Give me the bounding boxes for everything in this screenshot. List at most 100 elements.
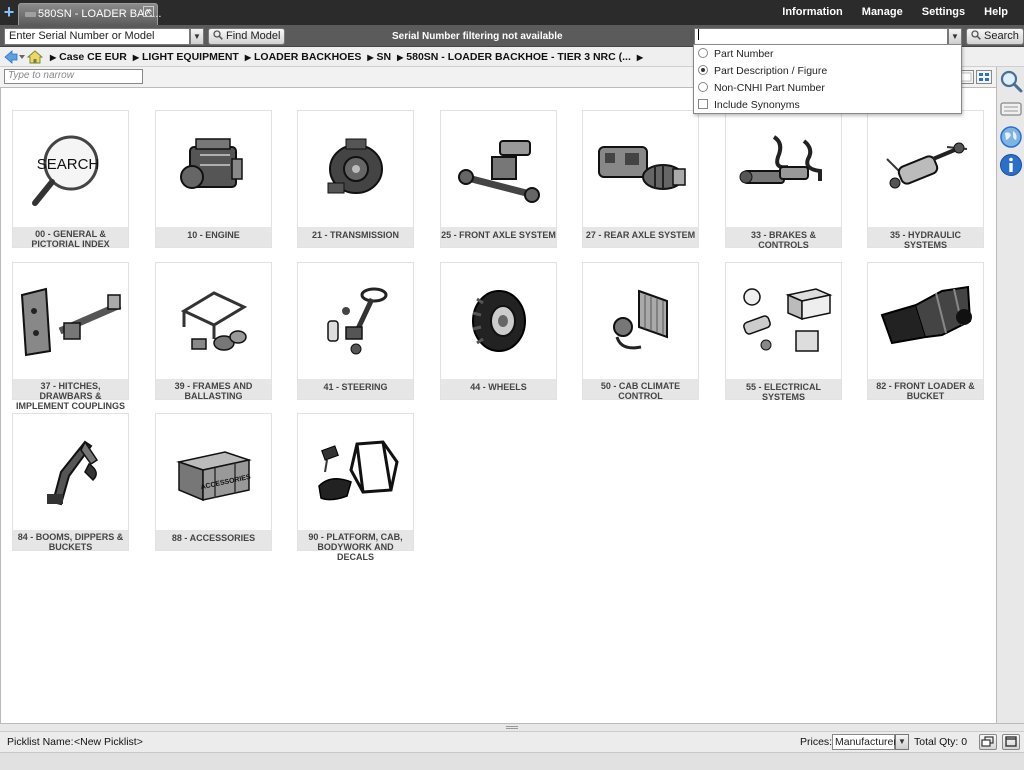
category-label: 55 - ELECTRICAL SYSTEMS	[726, 379, 841, 402]
serial-number-input[interactable]: Enter Serial Number or Model	[4, 28, 190, 45]
category-tile-10[interactable]: 10 - ENGINE	[155, 110, 272, 248]
view-toggle	[958, 70, 994, 87]
radio-icon[interactable]	[698, 48, 708, 58]
search-button[interactable]: Search	[966, 28, 1024, 45]
breadcrumb-item[interactable]: LOADER BACKHOES	[245, 51, 361, 63]
category-tile-37[interactable]: 37 - HITCHES, DRAWBARS & IMPLEMENT COUPL…	[12, 262, 129, 411]
find-model-button[interactable]: Find Model	[208, 28, 286, 45]
status-bar	[0, 752, 1024, 770]
top-menu: Information Manage Settings Help	[763, 6, 1008, 18]
hydraulic-cylinder-icon	[885, 142, 967, 189]
category-label: 10 - ENGINE	[156, 227, 271, 247]
new-tab-plus-icon[interactable]: +	[2, 3, 16, 21]
search-mode-dropdown-button[interactable]: ▼	[948, 28, 962, 45]
serial-dropdown-button[interactable]: ▼	[190, 28, 204, 45]
category-tile-55[interactable]: 55 - ELECTRICAL SYSTEMS	[725, 262, 842, 402]
steering-icon	[326, 287, 387, 355]
breadcrumb-item[interactable]: SN	[367, 51, 392, 63]
option-part-description[interactable]: Part Description / Figure	[698, 65, 827, 79]
picklist-name[interactable]: <New Picklist>	[74, 736, 143, 748]
category-label: 39 - FRAMES AND BALLASTING	[156, 379, 271, 401]
category-tile-84[interactable]: 84 - BOOMS, DIPPERS & BUCKETS	[12, 413, 129, 552]
menu-help[interactable]: Help	[984, 6, 1008, 18]
picklist-bar: Picklist Name: <New Picklist> Prices: Ma…	[0, 731, 1024, 752]
category-tile-82[interactable]: 82 - FRONT LOADER & BUCKET	[867, 262, 984, 401]
thumb-33	[726, 111, 841, 227]
rear-axle-icon	[597, 146, 686, 190]
thumb-88: ACCESSORIES	[156, 414, 271, 530]
prices-label: Prices:	[800, 736, 833, 748]
category-grid: SEARCH 00 - GENERAL & PICTORIAL INDEX 10…	[0, 88, 996, 723]
narrow-filter-input[interactable]: Type to narrow	[4, 69, 143, 84]
thumb-10	[156, 111, 271, 227]
prices-select[interactable]: Manufacturer	[832, 734, 897, 750]
breadcrumb-item[interactable]: 580SN - LOADER BACKHOE - TIER 3 NRC (...	[397, 51, 631, 63]
checkbox-icon[interactable]	[698, 99, 708, 109]
option-non-cnhi-part-number[interactable]: Non-CNHI Part Number	[698, 82, 825, 96]
category-label: 00 - GENERAL & PICTORIAL INDEX	[13, 227, 128, 249]
option-include-synonyms[interactable]: Include Synonyms	[698, 99, 800, 113]
engine-icon	[179, 138, 243, 189]
prices-dropdown-button[interactable]: ▼	[895, 734, 909, 750]
category-tile-90[interactable]: 90 - PLATFORM, CAB, BODYWORK AND DECALS	[297, 413, 414, 562]
maximize-window-button[interactable]	[1002, 734, 1020, 750]
grid-view-icon[interactable]	[976, 70, 992, 84]
keyboard-icon[interactable]	[999, 97, 1023, 121]
tab-close-icon[interactable]: x	[143, 6, 154, 17]
magnifier-icon	[213, 30, 223, 40]
hitch-icon	[20, 287, 121, 357]
category-tile-00[interactable]: SEARCH 00 - GENERAL & PICTORIAL INDEX	[12, 110, 129, 249]
thumb-55	[726, 263, 841, 379]
category-label: 82 - FRONT LOADER & BUCKET	[868, 379, 983, 401]
thumb-27	[583, 111, 698, 227]
globe-icon[interactable]	[999, 125, 1023, 149]
menu-manage[interactable]: Manage	[862, 6, 903, 18]
part-search-input[interactable]	[694, 28, 948, 45]
category-tile-21[interactable]: 21 - TRANSMISSION	[297, 110, 414, 248]
splitter-grip-icon[interactable]	[506, 726, 518, 729]
breadcrumb-item[interactable]: LIGHT EQUIPMENT	[133, 51, 239, 63]
option-part-number[interactable]: Part Number	[698, 48, 774, 62]
info-icon[interactable]	[999, 153, 1023, 177]
restore-window-button[interactable]	[979, 734, 997, 750]
home-icon[interactable]	[26, 50, 44, 64]
menu-information[interactable]: Information	[782, 6, 843, 18]
category-tile-50[interactable]: 50 - CAB CLIMATE CONTROL	[582, 262, 699, 401]
menu-settings[interactable]: Settings	[922, 6, 965, 18]
category-label: 21 - TRANSMISSION	[298, 227, 413, 247]
back-arrow-icon[interactable]	[4, 50, 18, 64]
loader-bucket-icon	[880, 285, 972, 345]
category-label: 88 - ACCESSORIES	[156, 530, 271, 550]
picklist-label: Picklist Name:	[7, 736, 74, 748]
category-label: 90 - PLATFORM, CAB, BODYWORK AND DECALS	[298, 530, 413, 562]
thumb-84	[13, 414, 128, 530]
panel-splitter[interactable]	[0, 723, 1024, 731]
category-tile-41[interactable]: 41 - STEERING	[297, 262, 414, 400]
transmission-icon	[327, 138, 383, 194]
category-tile-27[interactable]: 27 - REAR AXLE SYSTEM	[582, 110, 699, 248]
category-tile-88[interactable]: ACCESSORIES 88 - ACCESSORIES	[155, 413, 272, 551]
front-axle-icon	[457, 140, 540, 203]
radio-icon[interactable]	[698, 82, 708, 92]
history-dropdown-icon[interactable]	[19, 55, 25, 59]
breadcrumb-more-arrow[interactable]	[637, 51, 646, 63]
category-tile-33[interactable]: 33 - BRAKES & CONTROLS	[725, 110, 842, 250]
brakes-icon	[739, 135, 822, 184]
thumb-37	[13, 263, 128, 379]
thumb-82	[868, 263, 983, 379]
radio-selected-icon[interactable]	[698, 65, 708, 75]
breadcrumb-items: Case CE EUR LIGHT EQUIPMENT LOADER BACKH…	[50, 51, 652, 63]
option-label: Include Synonyms	[714, 99, 800, 111]
thumb-41	[298, 263, 413, 379]
search-icon[interactable]	[999, 69, 1023, 93]
thumb-39	[156, 263, 271, 379]
category-tile-35[interactable]: 35 - HYDRAULIC SYSTEMS	[867, 110, 984, 250]
breadcrumb-item[interactable]: Case CE EUR	[50, 51, 127, 63]
category-label: 25 - FRONT AXLE SYSTEM	[441, 227, 556, 247]
tab-loader-backhoe[interactable]: 580SN - LOADER BAC... x	[18, 3, 162, 25]
category-label: 41 - STEERING	[298, 379, 413, 399]
category-tile-44[interactable]: 44 - WHEELS	[440, 262, 557, 400]
category-tile-39[interactable]: 39 - FRAMES AND BALLASTING	[155, 262, 272, 401]
right-sidebar	[996, 67, 1024, 723]
category-tile-25[interactable]: 25 - FRONT AXLE SYSTEM	[440, 110, 557, 248]
